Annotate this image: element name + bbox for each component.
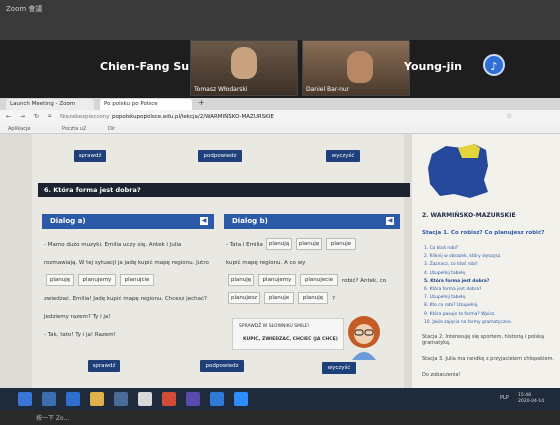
dialog-b-option-8[interactable]: planuje <box>264 292 294 304</box>
region-title: 2. WARMIŃSKO-MAZURSKIE <box>422 212 516 219</box>
clear-button-bottom[interactable]: wyczyść <box>322 362 356 374</box>
clock-date: 2020-04-14 <box>518 399 545 404</box>
exercise-list-item[interactable]: 4. Uzupełnij tabelę. <box>424 271 466 276</box>
teacher-avatar <box>348 316 380 360</box>
dialog-a-line-5: - Tak, tato! Ty i ja! Razem! <box>44 332 116 338</box>
poland-map-icon <box>428 144 488 198</box>
bookmarks-bar: Aplikacje Poczta u2 Dir <box>0 124 560 134</box>
app-icon[interactable] <box>210 392 224 406</box>
clear-button-top[interactable]: wyczyść <box>326 150 360 162</box>
exercise-list-item[interactable]: 7. Uzupełnij tabelę. <box>424 295 466 300</box>
dialog-a-line-4: Jedziemy razem? Ty i ja! <box>44 314 111 320</box>
bookmark-dir[interactable]: Dir <box>108 126 115 132</box>
speaker-icon[interactable]: ◀ <box>386 217 394 225</box>
tab-po-polsku[interactable]: Po polsku po Polsce <box>100 99 192 110</box>
dialog-b-option-5[interactable]: planujemy <box>258 274 296 286</box>
store-icon[interactable] <box>114 392 128 406</box>
star-icon[interactable]: ☆ <box>506 112 512 120</box>
dialog-a-option-2[interactable]: planujemy <box>78 274 116 286</box>
dialog-a-line-1: - Mamo dużo muzyki. Emilia uczy się, Ant… <box>44 242 182 248</box>
tab-zoom[interactable]: Launch Meeting - Zoom <box>6 99 94 110</box>
url-field[interactable]: popolskupopolsce.edu.pl/lekcja/2/WARMIŃS… <box>112 114 274 120</box>
security-label: Niezabezpieczony <box>60 114 110 120</box>
exercise-list-item[interactable]: 3. Zaznacz, co ktoś robi! <box>424 262 478 267</box>
windows-start-icon[interactable] <box>18 392 32 406</box>
dialog-a-line-3: zwiedzać. Emilia! Jadę kupić mapę region… <box>44 296 207 302</box>
speaker-icon[interactable]: ◀ <box>200 217 208 225</box>
forward-icon[interactable]: → <box>20 113 25 120</box>
dialog-b-option-4[interactable]: planuję <box>228 274 254 286</box>
participant-name-4: Young-jin <box>404 60 462 73</box>
mic-icon[interactable]: ♪ <box>483 54 505 76</box>
participant-face <box>347 51 373 83</box>
participant-video-1[interactable]: Tomasz Włodarski <box>190 40 298 96</box>
exercise-list-item[interactable]: 10. Jakie zajęcia na formy gramatyczne. <box>424 320 512 325</box>
clock-time: 15:48 <box>518 393 531 398</box>
bottom-caption: 按一下 Zo... <box>36 415 70 422</box>
windows-taskbar: PLP 15:48 2020-04-14 <box>0 388 560 410</box>
dialog-b-option-7[interactable]: planujesz <box>228 292 260 304</box>
exercise-header: 6. Która forma jest dobra? <box>38 183 410 197</box>
check-button-top[interactable]: sprawdź <box>74 150 106 162</box>
bookmark-mail[interactable]: Poczta u2 <box>62 126 86 132</box>
station-3[interactable]: Stacja 3. Julia ma randkę z przyjacielem… <box>422 356 554 362</box>
folder-icon[interactable] <box>90 392 104 406</box>
dialog-a-line-2: rozmawiają. W tej sytuacji ja jadę kupić… <box>44 260 209 266</box>
dialog-a-option-3[interactable]: planujcie <box>120 274 154 286</box>
edge-icon[interactable] <box>66 392 80 406</box>
dialog-a-title: Dialog a) <box>42 214 214 229</box>
bottom-strip: 按一下 Zo... <box>0 410 560 425</box>
zoom-title-bar: Zoom 會議 <box>0 0 560 40</box>
hint-button-top[interactable]: podpowiedz <box>198 150 242 162</box>
zoom-icon[interactable] <box>234 392 248 406</box>
dialog-b-option-9[interactable]: planuję <box>298 292 328 304</box>
lesson-sidebar: 2. WARMIŃSKO-MAZURSKIE Stacja 1. Co robi… <box>412 134 560 388</box>
dictionary-tip: SPRAWDŹ W SŁOWNIKU SMILE! KUPIĆ, ZWIEDZA… <box>232 318 344 350</box>
zoom-participant-strip: Chien-Fang Su Tomasz Włodarski Daniel Ba… <box>0 40 560 98</box>
check-button-bottom[interactable]: sprawdź <box>88 360 120 372</box>
dialog-b-line-2: kupić mapę regionu. A co wy <box>226 260 306 266</box>
participant-video-label: Daniel Bar-nur <box>306 86 350 93</box>
participant-video-2[interactable]: Daniel Bar-nur <box>302 40 410 96</box>
language-indicator[interactable]: PLP <box>500 395 509 401</box>
dialog-b-line-2-suffix: robić? Antek, co <box>342 278 387 284</box>
bookmark-apps[interactable]: Aplikacje <box>8 126 30 132</box>
app-icon[interactable] <box>186 392 200 406</box>
clock[interactable]: 15:48 2020-04-14 <box>518 393 544 405</box>
screen: Zoom 會議 Chien-Fang Su Tomasz Włodarski D… <box>0 0 560 425</box>
browser-tab-bar: Launch Meeting - Zoom Po polsku po Polsc… <box>0 98 560 110</box>
exercise-list-item[interactable]: 5. Która forma jest dobra? <box>424 279 489 284</box>
dialog-b-line-3-suffix: ? <box>332 296 335 302</box>
dialog-b-option-2[interactable]: planuję <box>296 238 322 250</box>
station-title[interactable]: Stacja 1. Co robisz? Co planujesz robić? <box>422 230 544 236</box>
new-tab-icon[interactable]: + <box>198 98 205 107</box>
hint-button-bottom[interactable]: podpowiedz <box>200 360 244 372</box>
exercise-list-item[interactable]: 2. Kliknij w obrazek, który słyszysz. <box>424 254 501 259</box>
tip-line-1: SPRAWDŹ W SŁOWNIKU SMILE! <box>239 324 310 329</box>
exercise-list-item[interactable]: 6. Która forma jest dobra? <box>424 287 482 292</box>
search-icon[interactable] <box>42 392 56 406</box>
dialog-b-option-6[interactable]: planujecie <box>300 274 338 286</box>
dialog-b-title: Dialog b) <box>224 214 400 229</box>
home-icon[interactable]: ⌂ <box>48 113 52 119</box>
farewell[interactable]: Do zobaczenia! <box>422 372 461 378</box>
chrome-icon[interactable] <box>162 392 176 406</box>
reload-icon[interactable]: ↻ <box>34 113 39 120</box>
dialog-b-line-1-prefix: - Tata i Emilia <box>226 242 263 248</box>
dialog-b-option-1[interactable]: planują <box>266 238 292 250</box>
tip-line-2: KUPIĆ, ZWIEDZAĆ, CHCIEĆ (JA CHCĘ) <box>243 337 338 342</box>
zoom-window-title: Zoom 會議 <box>6 5 43 13</box>
exercise-list-item[interactable]: 9. Która pasuje ta forma? Wpisz. <box>424 312 495 317</box>
station-2[interactable]: Stacja 2. Interesuję się sportem, histor… <box>422 334 560 346</box>
participant-face <box>231 47 257 79</box>
participant-video-label: Tomasz Włodarski <box>194 86 248 93</box>
dialog-b-option-3[interactable]: planuje <box>326 238 356 250</box>
app-icon[interactable] <box>138 392 152 406</box>
exercise-list-item[interactable]: 1. Co ktoś robi? <box>424 246 458 251</box>
back-icon[interactable]: ← <box>6 113 11 120</box>
participant-name-1: Chien-Fang Su <box>100 60 190 73</box>
address-bar: ← → ↻ ⌂ Niezabezpieczony popolskupopolsc… <box>0 110 560 124</box>
dialog-a-option-1[interactable]: planuję <box>46 274 74 286</box>
exercise-list-item[interactable]: 8. Kto co robi? Uzupełnij. <box>424 303 479 308</box>
